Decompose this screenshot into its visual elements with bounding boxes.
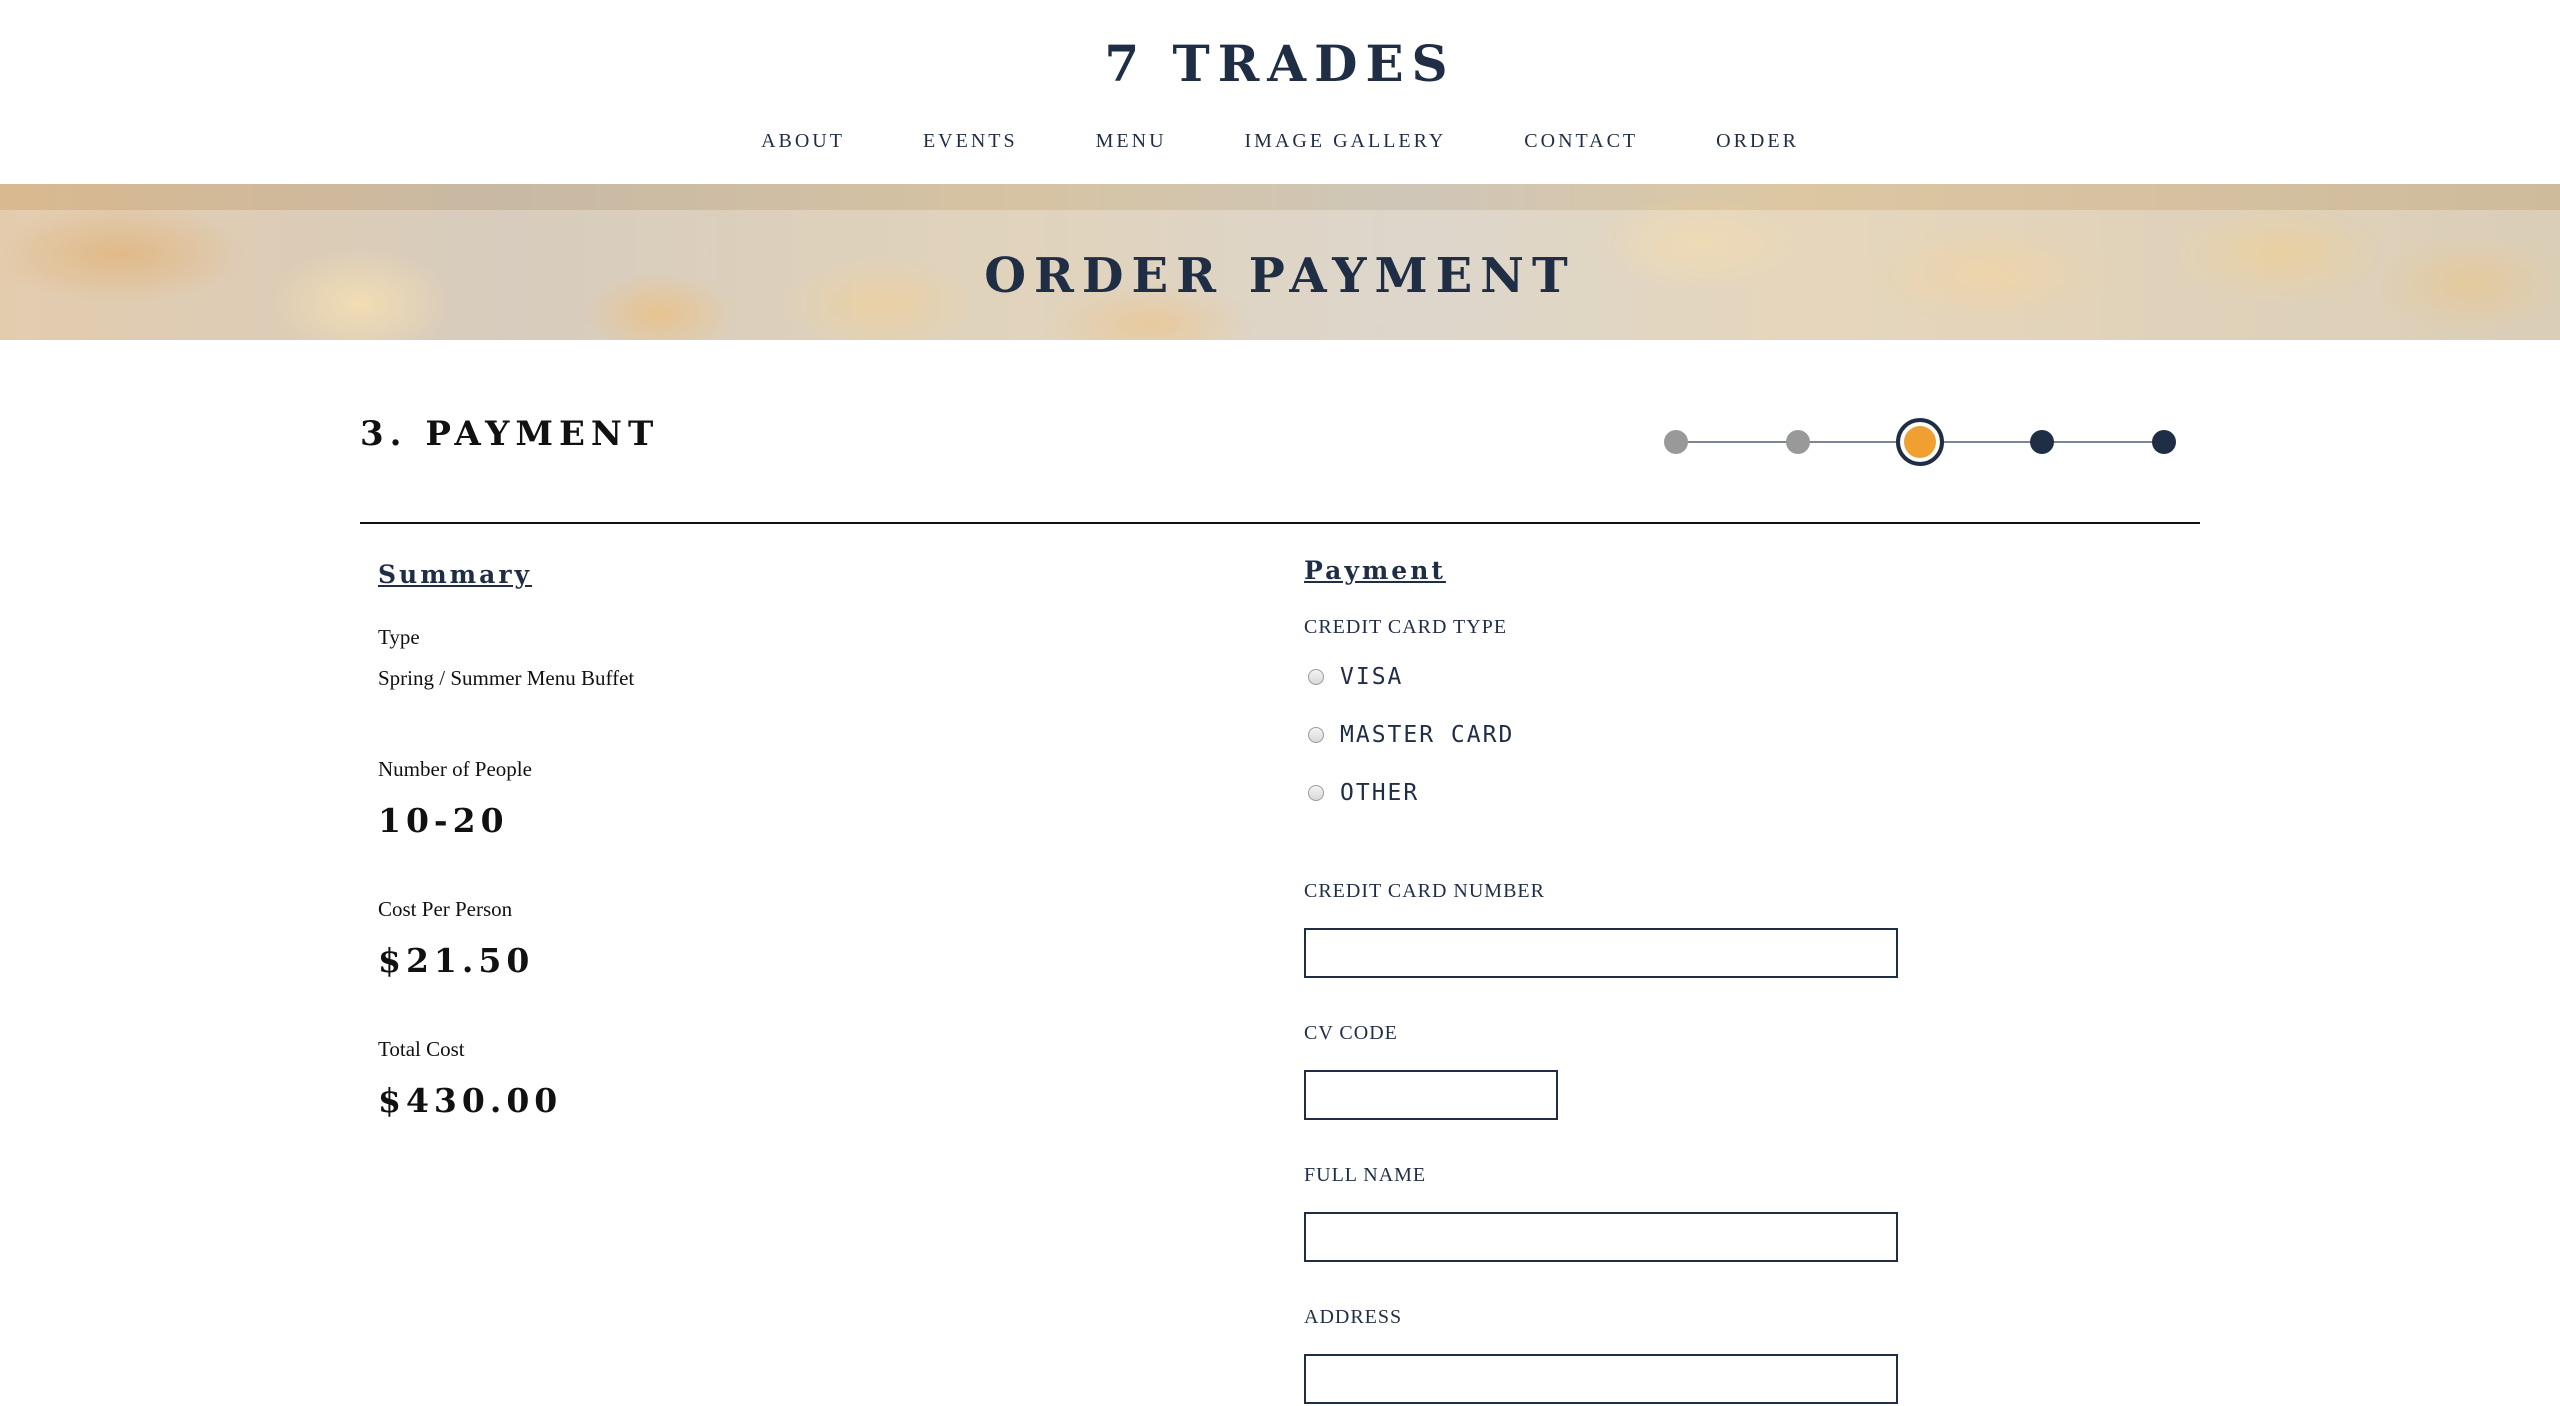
payment-heading: Payment	[1304, 556, 1446, 585]
address-label: ADDRESS	[1304, 1306, 1403, 1328]
visa-radio[interactable]	[1308, 669, 1324, 685]
page-title: ORDER PAYMENT	[984, 248, 1576, 304]
card-type-option-other[interactable]: OTHER	[1308, 780, 1419, 806]
site-logo[interactable]: 7 TRADES	[0, 34, 2560, 93]
card-type-label: CREDIT CARD TYPE	[1304, 616, 1508, 638]
summary-heading: Summary	[378, 560, 533, 589]
visa-radio-label: VISA	[1340, 664, 1404, 690]
step-title: 3. PAYMENT	[360, 414, 660, 454]
nav-item-events[interactable]: EVENTS	[923, 130, 1018, 153]
card-type-option-visa[interactable]: VISA	[1308, 664, 1403, 690]
nav-item-order[interactable]: ORDER	[1716, 130, 1799, 153]
card-number-input[interactable]	[1304, 928, 1898, 978]
main-nav: ABOUT EVENTS MENU IMAGE GALLERY CONTACT …	[0, 130, 2560, 153]
people-label: Number of People	[378, 757, 532, 781]
other-radio[interactable]	[1308, 785, 1324, 801]
full-name-input[interactable]	[1304, 1212, 1898, 1262]
nav-item-about[interactable]: ABOUT	[761, 130, 845, 153]
cv-code-label: CV CODE	[1304, 1022, 1398, 1044]
progress-step-3-current	[1896, 418, 1944, 466]
progress-step-4	[2030, 430, 2054, 454]
hero-banner: ORDER PAYMENT	[0, 184, 2560, 340]
total-cost-value: $430.00	[378, 1081, 563, 1120]
progress-step-2[interactable]	[1786, 430, 1810, 454]
card-type-option-mastercard[interactable]: MASTER CARD	[1308, 722, 1514, 748]
people-value: 10-20	[378, 801, 509, 840]
nav-item-contact[interactable]: CONTACT	[1524, 130, 1638, 153]
cv-code-input[interactable]	[1304, 1070, 1558, 1120]
total-cost-label: Total Cost	[378, 1037, 465, 1061]
type-value: Spring / Summer Menu Buffet	[378, 666, 635, 690]
address-input[interactable]	[1304, 1354, 1898, 1404]
card-number-label: CREDIT CARD NUMBER	[1304, 880, 1545, 902]
mastercard-radio[interactable]	[1308, 727, 1324, 743]
mastercard-radio-label: MASTER CARD	[1340, 722, 1515, 748]
progress-step-5	[2152, 430, 2176, 454]
full-name-label: FULL NAME	[1304, 1164, 1427, 1186]
nav-item-menu[interactable]: MENU	[1096, 130, 1167, 153]
site-header: 7 TRADES ABOUT EVENTS MENU IMAGE GALLERY…	[0, 0, 2560, 184]
nav-item-image-gallery[interactable]: IMAGE GALLERY	[1245, 130, 1447, 153]
cost-per-person-label: Cost Per Person	[378, 897, 513, 921]
step-progress-indicator	[1660, 418, 2180, 468]
other-radio-label: OTHER	[1340, 780, 1420, 806]
section-divider	[360, 522, 2200, 524]
progress-step-1[interactable]	[1664, 430, 1688, 454]
type-label: Type	[378, 625, 420, 649]
cost-per-person-value: $21.50	[378, 941, 535, 980]
